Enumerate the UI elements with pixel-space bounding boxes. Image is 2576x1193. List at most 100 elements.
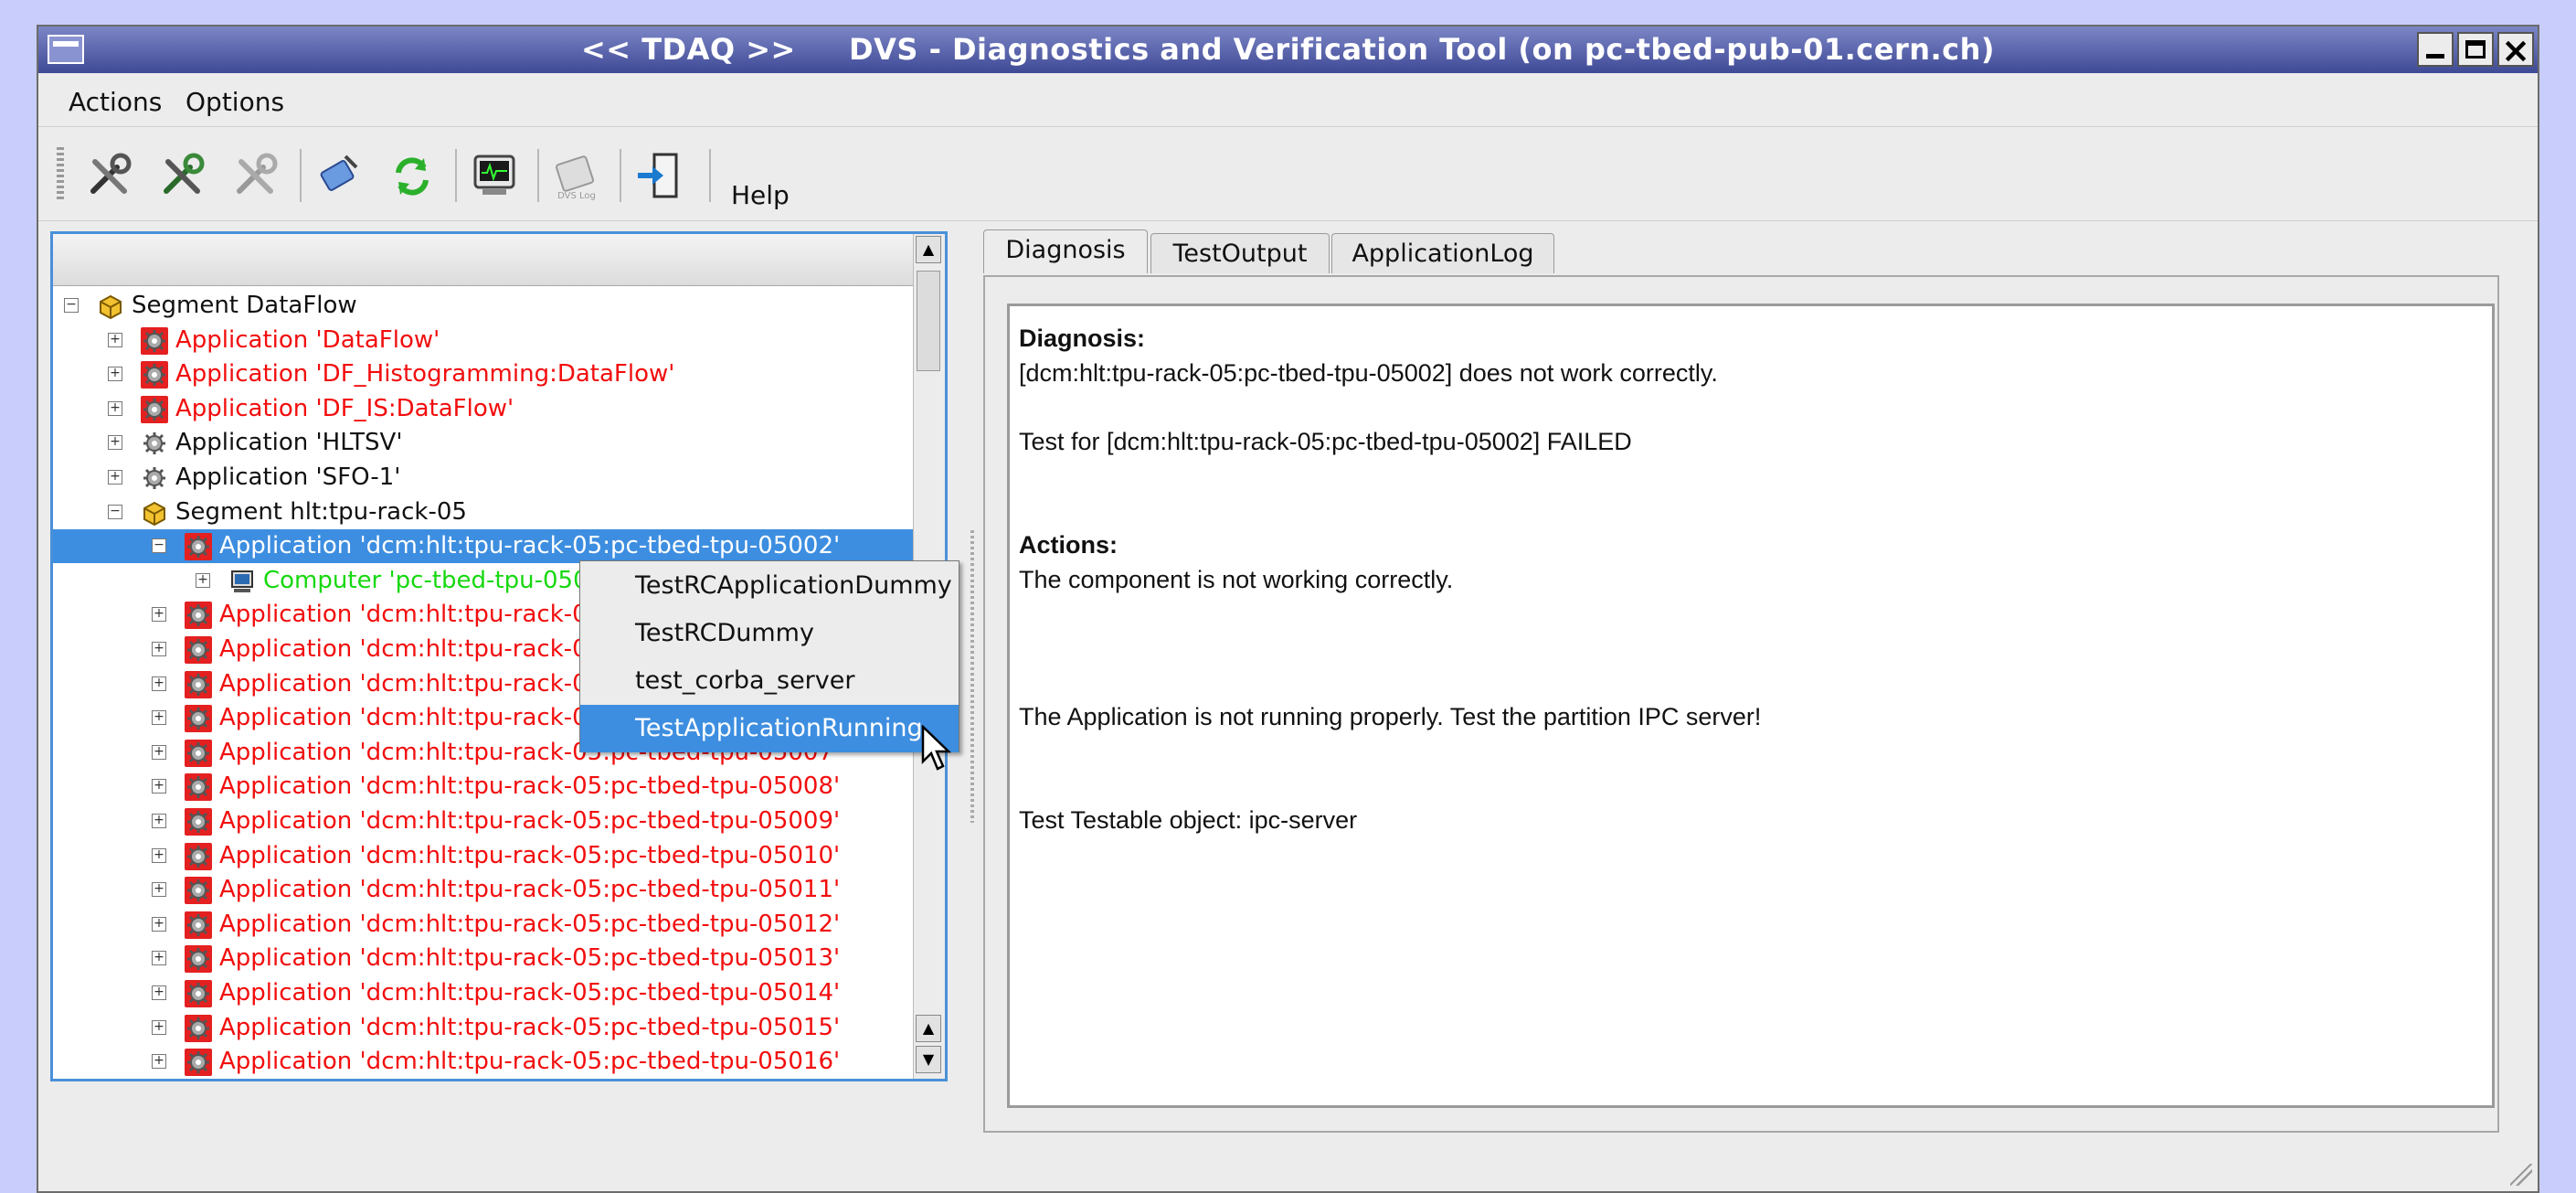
gear-icon <box>185 842 212 870</box>
test-disabled-icon[interactable] <box>227 145 287 206</box>
expand-icon[interactable]: + <box>152 676 166 691</box>
close-button[interactable]: × <box>2497 30 2534 70</box>
expand-icon[interactable]: + <box>152 1019 166 1035</box>
tab-applicationlog[interactable]: ApplicationLog <box>1331 233 1554 273</box>
tree-row[interactable]: + Application 'dcm:hlt:tpu-rack-05:pc-tbe… <box>53 1011 914 1045</box>
expand-icon[interactable]: + <box>196 572 210 588</box>
context-menu-item[interactable]: TestRCApplicationDummy <box>580 562 959 610</box>
expand-icon[interactable]: + <box>108 332 122 347</box>
toolbar-separator <box>300 149 302 202</box>
gear-icon <box>185 739 212 767</box>
scroll-down-icon[interactable]: ▼ <box>916 1046 941 1073</box>
scroll-up-icon[interactable]: ▲ <box>916 1015 941 1042</box>
collapse-icon[interactable]: − <box>108 504 122 519</box>
expand-icon[interactable]: + <box>152 744 166 760</box>
ipc-message: The Application is not running properly.… <box>1019 703 1762 730</box>
tree-row[interactable]: + Application 'dcm:hlt:tpu-rack-05:pc-tbe… <box>53 873 914 907</box>
menu-options[interactable]: Options <box>186 87 284 117</box>
expand-icon[interactable]: + <box>108 400 122 416</box>
toolbar-separator <box>537 149 539 202</box>
monitor-icon[interactable] <box>464 145 525 206</box>
tree-row[interactable]: + Application 'dcm:hlt:tpu-rack-05:pc-tbe… <box>53 942 914 975</box>
tab-diagnosis[interactable]: Diagnosis <box>983 229 1148 273</box>
maximize-button[interactable] <box>2457 32 2494 67</box>
tree-row[interactable]: + Application 'dcm:hlt:tpu-rack-05:pc-tbe… <box>53 804 914 838</box>
tree-row-label: Segment DataFlow <box>132 292 357 319</box>
gear-icon <box>141 326 168 355</box>
collapse-icon[interactable]: − <box>152 538 166 554</box>
tree-row[interactable]: + Application 'SFO-1' <box>53 461 914 495</box>
testable-object: Test Testable object: ipc-server <box>1019 806 1358 834</box>
tree-row[interactable]: − Application 'dcm:hlt:tpu-rack-05:pc-tbe… <box>53 529 914 564</box>
expand-icon[interactable]: + <box>108 470 122 485</box>
scroll-thumb[interactable] <box>917 271 940 371</box>
close-icon: × <box>2501 30 2530 70</box>
tree-row[interactable]: + Application 'dcm:hlt:tpu-rack-05:pc-tbe… <box>53 1045 914 1079</box>
tree-row[interactable]: + Application 'dcm:hlt:tpu-rack-05:pc-tbe… <box>53 908 914 942</box>
diagnosis-heading: Diagnosis: <box>1019 325 1146 352</box>
dvs-log-text: DVS Log <box>557 191 596 201</box>
expand-icon[interactable]: + <box>152 814 166 828</box>
collapse-icon[interactable]: − <box>64 298 79 313</box>
title-bar[interactable]: << TDAQ >> DVS - Diagnostics and Verific… <box>38 27 2538 73</box>
expand-icon[interactable]: + <box>152 916 166 932</box>
context-menu-item[interactable]: TestRCDummy <box>580 610 959 657</box>
toolbar-grip[interactable] <box>57 147 64 202</box>
expand-icon[interactable]: + <box>108 367 122 382</box>
tree-row-label: Application 'dcm:hlt:tpu-rack-05:pc-tbed… <box>219 944 841 973</box>
tree-row-label: Application 'DataFlow' <box>175 325 440 354</box>
tree-row-label: Application 'dcm:hlt:tpu-rack-05:pc-tbed… <box>219 979 841 1007</box>
tree-header <box>53 234 914 286</box>
tree-row-label: Application 'SFO-1' <box>175 463 401 491</box>
expand-icon[interactable]: + <box>152 985 166 1000</box>
expand-icon[interactable]: + <box>108 435 122 451</box>
tree-row[interactable]: + Application 'DF_Histogramming:DataFlow' <box>53 357 914 391</box>
expand-icon[interactable]: + <box>152 607 166 623</box>
expand-icon[interactable]: + <box>152 1054 166 1070</box>
tree-row[interactable]: + Application 'dcm:hlt:tpu-rack-05:pc-tbe… <box>53 770 914 804</box>
gear-icon <box>141 361 168 389</box>
expand-icon[interactable]: + <box>152 642 166 656</box>
gear-icon <box>185 636 212 664</box>
tree-row[interactable]: + Application 'DF_IS:DataFlow' <box>53 392 914 426</box>
tree-row[interactable]: − Segment hlt:tpu-rack-05 <box>53 495 914 529</box>
help-button[interactable]: Help <box>731 180 790 210</box>
tree-row-label: Application 'dcm:hlt:tpu-rack-05:pc-tbed… <box>219 1048 841 1076</box>
resize-grip[interactable] <box>2510 1164 2532 1186</box>
diagnosis-result: Test for [dcm:hlt:tpu-rack-05:pc-tbed-tp… <box>1019 428 1632 455</box>
toolbar-separator <box>709 149 711 202</box>
test-all-icon[interactable] <box>154 145 214 206</box>
tree-row-label: Application 'dcm:hlt:tpu-rack-05:pc-tbed… <box>219 807 841 835</box>
gear-icon <box>141 430 168 457</box>
expand-icon[interactable]: + <box>152 882 166 898</box>
scroll-up-icon[interactable]: ▲ <box>916 236 941 263</box>
expand-icon[interactable]: + <box>152 951 166 966</box>
minimize-button[interactable] <box>2417 32 2454 67</box>
dvs-log-icon[interactable]: DVS Log <box>546 145 607 206</box>
tree-row[interactable]: + Application 'dcm:hlt:tpu-rack-05:pc-tbe… <box>53 839 914 873</box>
segment-icon <box>141 499 168 527</box>
gear-icon <box>185 911 212 939</box>
diagnosis-panel: Diagnosis: [dcm:hlt:tpu-rack-05:pc-tbed-… <box>1007 304 2495 1108</box>
tree-row[interactable]: + Application 'dcm:hlt:tpu-rack-05:pc-tbe… <box>53 976 914 1010</box>
expand-icon[interactable]: + <box>152 779 166 794</box>
gear-icon <box>185 670 212 698</box>
tree-row[interactable]: − Segment DataFlow <box>53 289 914 323</box>
menu-actions[interactable]: Actions <box>69 87 162 117</box>
gear-icon <box>185 1014 212 1042</box>
tree-row-label: Application 'dcm:hlt:tpu-rack-05:pc-tbed… <box>219 876 841 904</box>
refresh-icon[interactable] <box>382 145 442 206</box>
context-menu-item[interactable]: test_corba_server <box>580 657 959 705</box>
panel-splitter[interactable] <box>970 530 974 823</box>
context-menu-item[interactable]: TestApplicationRunning <box>580 705 959 752</box>
expand-icon[interactable]: + <box>152 710 166 726</box>
exit-icon[interactable] <box>629 145 689 206</box>
window-title: << TDAQ >> DVS - Diagnostics and Verific… <box>580 32 1996 67</box>
gear-icon <box>185 808 212 836</box>
verify-icon[interactable] <box>309 145 369 206</box>
expand-icon[interactable]: + <box>152 847 166 863</box>
test-icon[interactable] <box>80 145 141 206</box>
tree-row[interactable]: + Application 'DataFlow' <box>53 324 914 357</box>
tree-row[interactable]: + Application 'HLTSV' <box>53 426 914 460</box>
tab-testoutput[interactable]: TestOutput <box>1150 233 1330 273</box>
